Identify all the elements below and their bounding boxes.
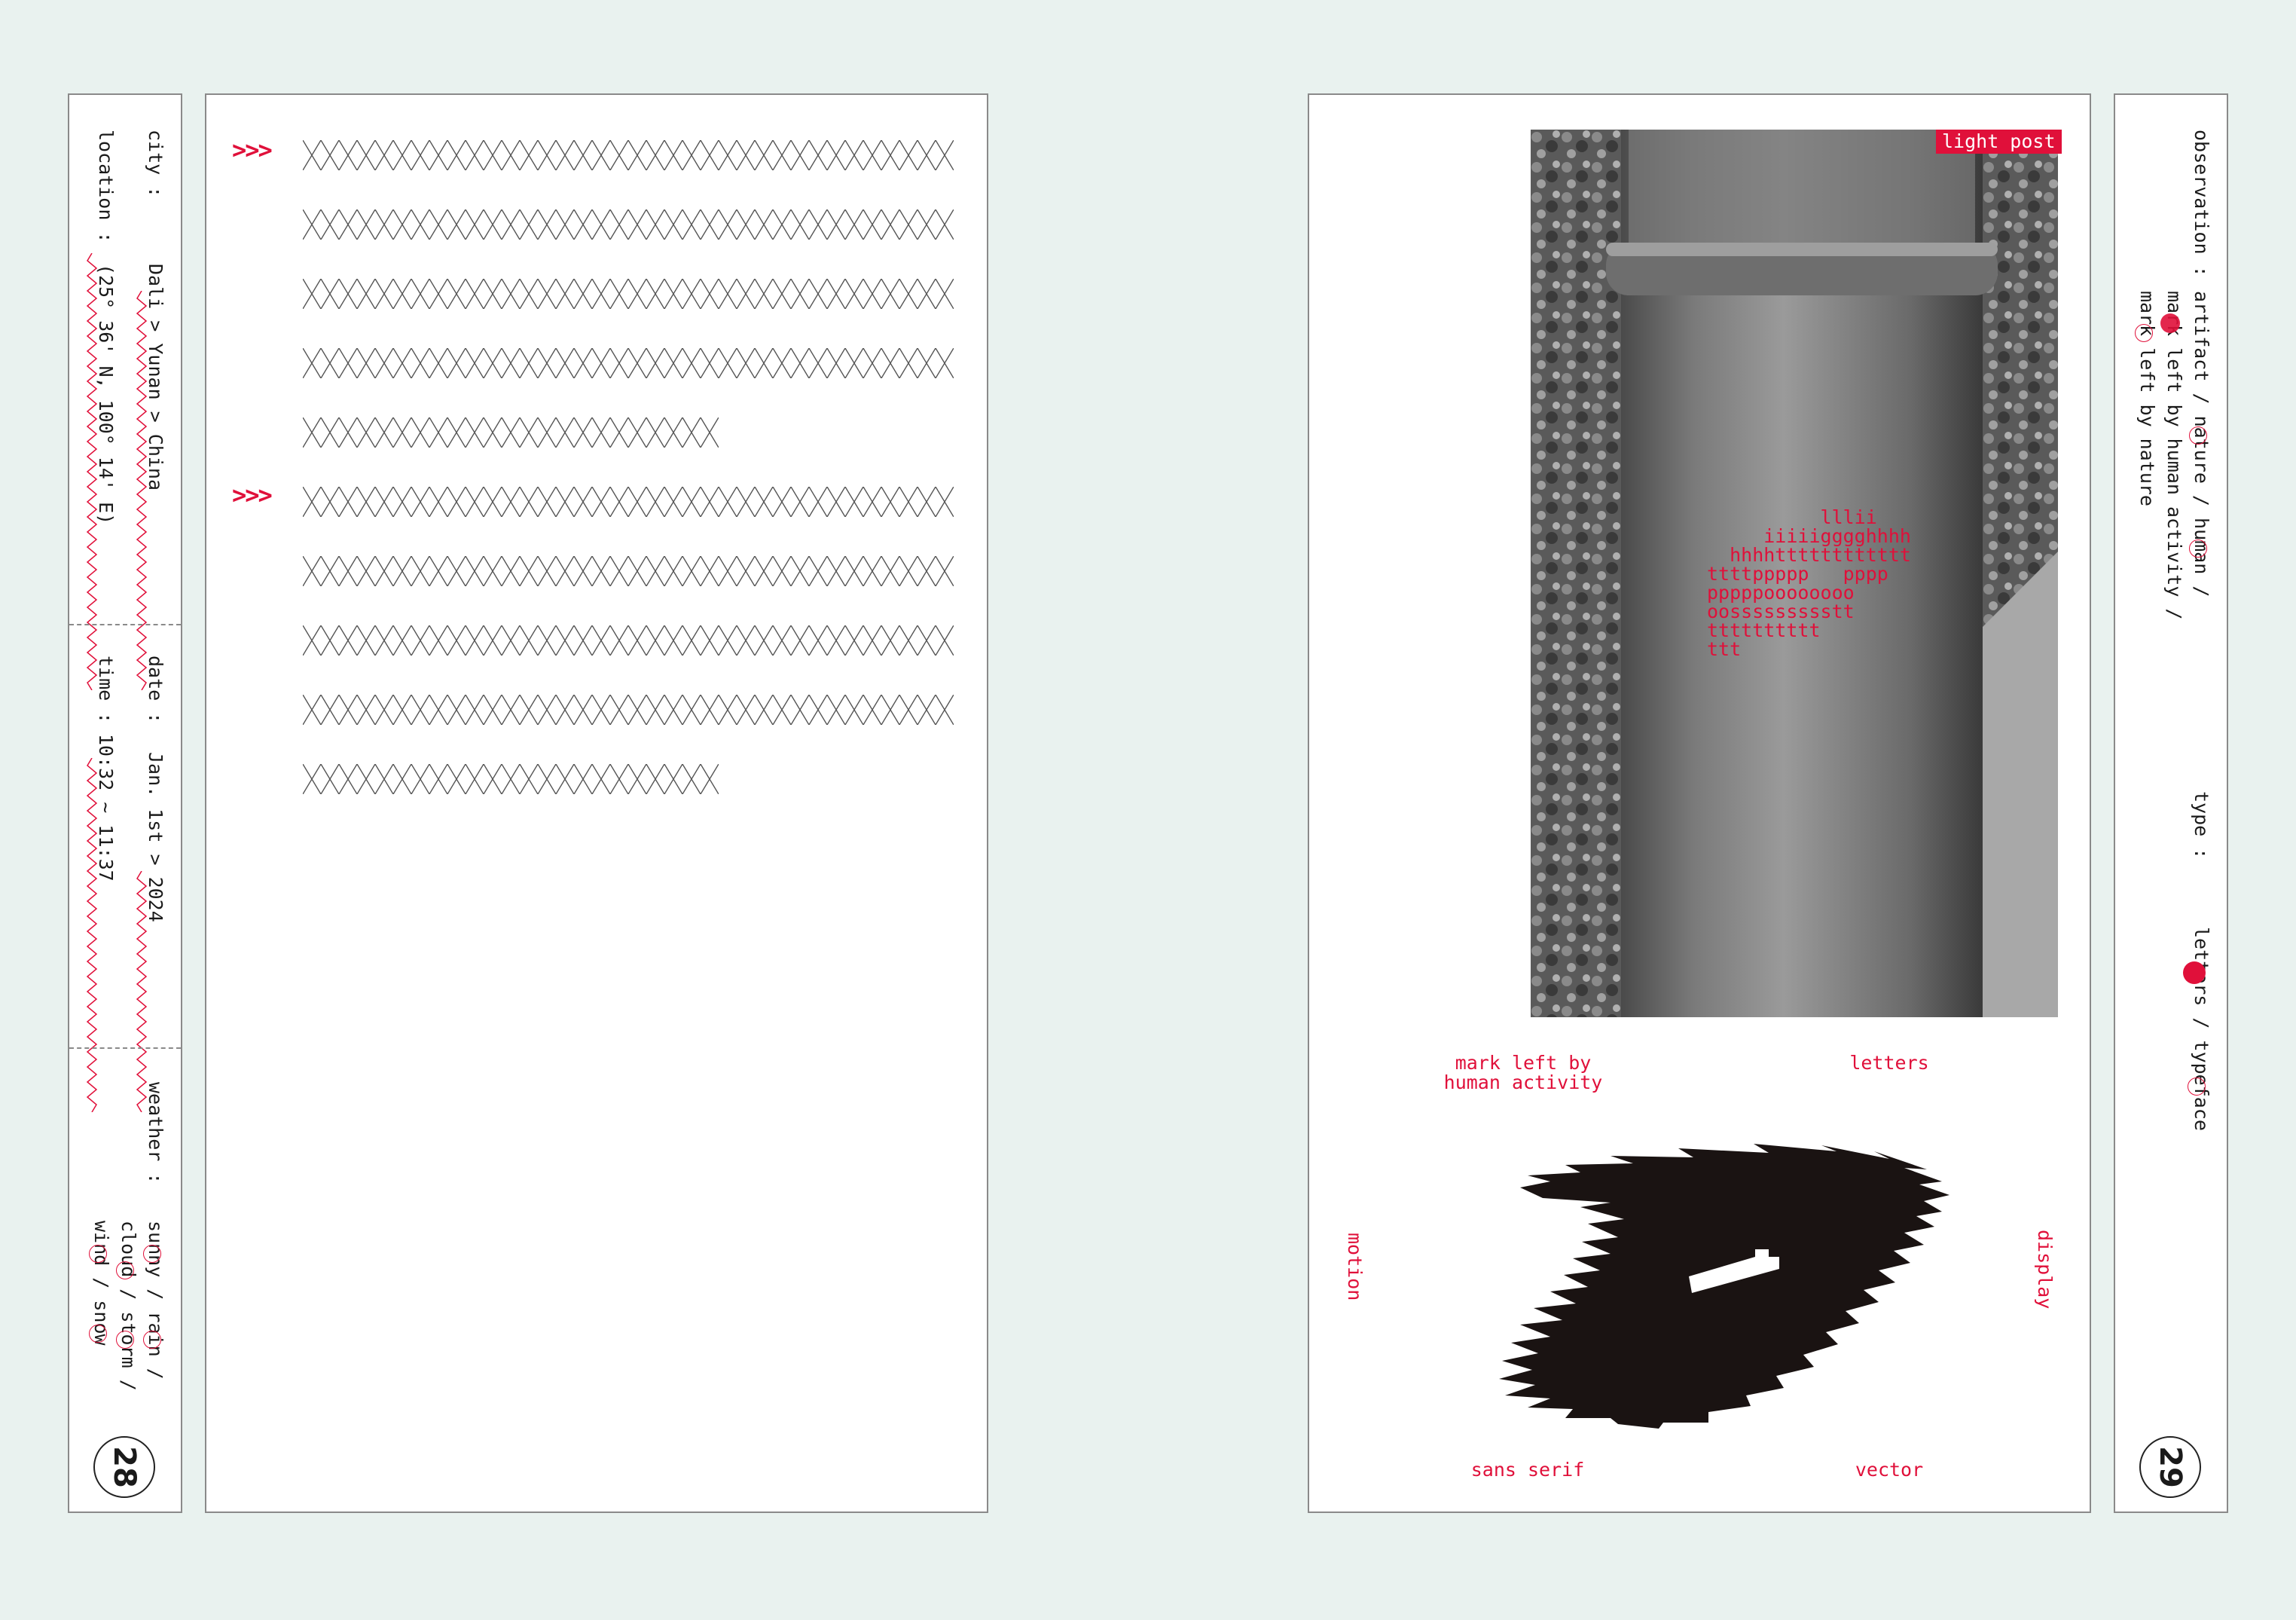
type-value: letters / typeface [2191, 927, 2212, 1131]
weather-line: cloud / storm / [118, 1221, 139, 1391]
selection-circle [116, 1331, 134, 1349]
location-label: location : [95, 130, 117, 243]
cross-row [303, 209, 954, 240]
overlay-line: oossssssssstt [1707, 601, 1855, 622]
selection-circle [2183, 961, 2206, 984]
left-page: >>> >>> [205, 93, 988, 1513]
overlay-line: ttttppppp pppp [1707, 563, 1888, 585]
cross-row [303, 625, 954, 656]
city-label: city : [145, 130, 166, 198]
bullet-arrow: >>> [232, 481, 273, 509]
divider [69, 1047, 181, 1049]
weather-label: weather : [145, 1082, 166, 1184]
observation-label: observation : [2191, 130, 2212, 277]
letter-d-glyph [1499, 1144, 1949, 1429]
cross-row [303, 695, 954, 725]
cross-row [303, 279, 954, 309]
observation-values: artifact / nature / human / mark left by… [2132, 291, 2222, 743]
cross-row [303, 487, 954, 517]
selection-circle [89, 1245, 107, 1263]
left-sidebar: city : Dali > Yunan > China location : (… [68, 93, 182, 1513]
date-value: Jan. 1st > 2024 [145, 752, 166, 922]
right-sidebar: observation : artifact / nature / human … [2114, 93, 2228, 1513]
label-bottom-right: vector [1855, 1459, 1924, 1481]
overlay-line: pppppoooooooo [1707, 582, 1855, 604]
selection-circle [89, 1325, 107, 1343]
photo-tag: light post [1936, 130, 2062, 154]
cross-row [303, 764, 719, 794]
bullet-arrow: >>> [232, 136, 273, 164]
selection-circle [143, 1245, 161, 1263]
label-bottom-left: sans serif [1470, 1459, 1585, 1481]
selection-circle [2188, 1077, 2206, 1096]
selection-circle [2135, 324, 2153, 342]
selection-circle [116, 1261, 134, 1279]
cross-row [303, 556, 954, 586]
time-value: 10:32 ~ 11:37 [95, 734, 117, 882]
location-value: (25° 36' N, 100° 14' E) [95, 264, 117, 525]
page-number: 29 [2139, 1436, 2201, 1498]
selection-circle [143, 1331, 161, 1349]
page-number: 28 [93, 1436, 155, 1498]
observation-line: mark left by human activity / [2163, 291, 2185, 620]
cross-row [303, 348, 954, 378]
overlay-line: iiiiigggghhhh [1707, 525, 1911, 547]
time-label: time : [95, 656, 117, 724]
label-top-right: letters [1849, 1052, 1929, 1074]
selection-circle [2189, 426, 2207, 445]
label-top-left: mark left by human activity [1443, 1052, 1603, 1093]
right-page: light post lllii iiiiigggghhhh hhhhttttt… [1308, 93, 2091, 1513]
divider [69, 624, 181, 625]
overlay-line: tttttttttt [1707, 619, 1821, 641]
date-label: date : [145, 656, 166, 724]
selection-circle [2160, 313, 2180, 333]
overlay-line: lllii [1707, 506, 1877, 528]
selection-circle [2189, 539, 2207, 558]
overlay-line: hhhhtttttttttttt [1707, 544, 1911, 566]
weather-line: sunny / rain / [145, 1221, 166, 1380]
cross-row [303, 140, 954, 170]
city-value: Dali > Yunan > China [145, 264, 166, 491]
label-right: display [2034, 1230, 2056, 1310]
overlay-line: ttt [1707, 638, 1742, 660]
label-left: motion [1344, 1233, 1366, 1301]
type-label: type : [2191, 791, 2212, 860]
observation-line: mark left by nature [2136, 291, 2158, 506]
cross-row [303, 417, 719, 448]
